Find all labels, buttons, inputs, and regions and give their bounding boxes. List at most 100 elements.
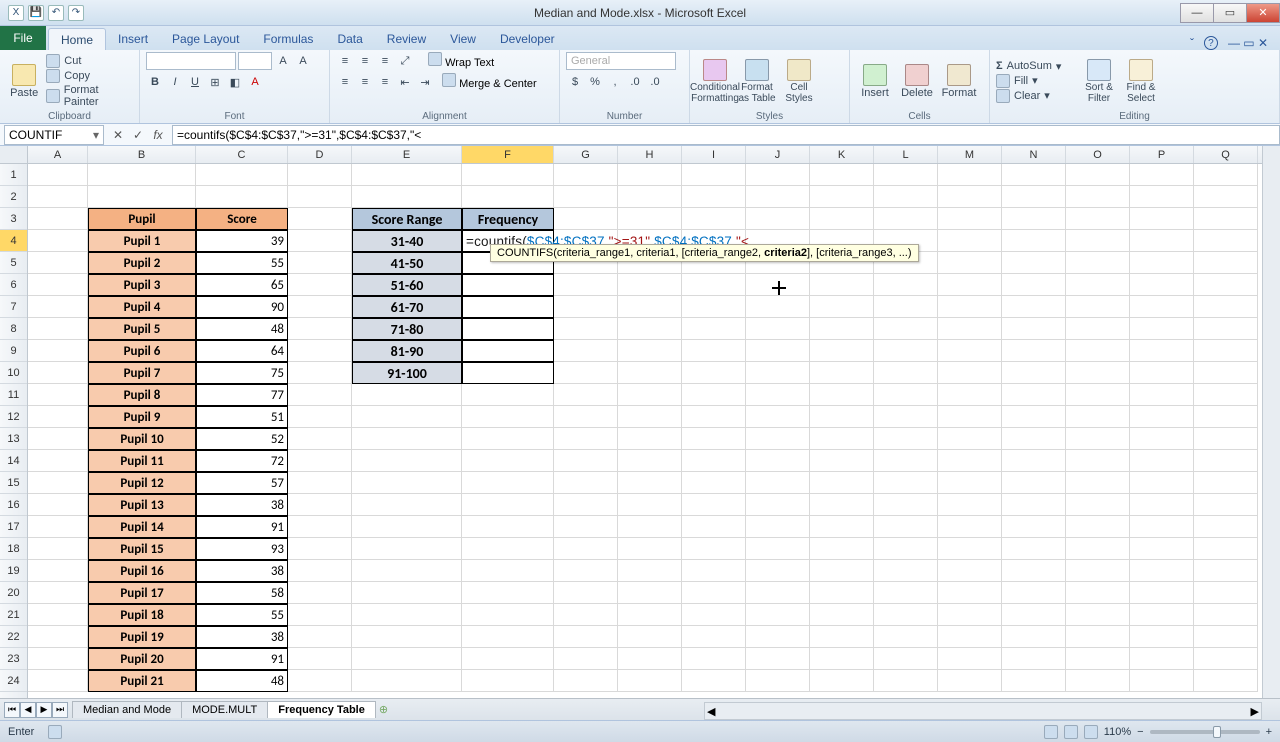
cell-H21[interactable] — [618, 604, 682, 626]
tab-nav-last-icon[interactable]: ⏭ — [52, 702, 68, 718]
row-header-11[interactable]: 11 — [0, 384, 27, 406]
cell-J2[interactable] — [746, 186, 810, 208]
cell-M22[interactable] — [938, 626, 1002, 648]
cell-H24[interactable] — [618, 670, 682, 692]
cell-L19[interactable] — [874, 560, 938, 582]
find-select-button[interactable]: Find & Select — [1122, 59, 1160, 104]
cell-M17[interactable] — [938, 516, 1002, 538]
cell-H20[interactable] — [618, 582, 682, 604]
cell-N3[interactable] — [1002, 208, 1066, 230]
score-cell[interactable]: 38 — [196, 494, 288, 516]
cell-G11[interactable] — [554, 384, 618, 406]
cell-H17[interactable] — [618, 516, 682, 538]
cell-O15[interactable] — [1066, 472, 1130, 494]
cell-I16[interactable] — [682, 494, 746, 516]
format-as-table-button[interactable]: Format as Table — [738, 59, 776, 104]
cell-N6[interactable] — [1002, 274, 1066, 296]
cell-M3[interactable] — [938, 208, 1002, 230]
cell-E11[interactable] — [352, 384, 462, 406]
cell-M4[interactable] — [938, 230, 1002, 252]
cell-A12[interactable] — [28, 406, 88, 428]
column-header-F[interactable]: F — [462, 146, 554, 163]
cell-P8[interactable] — [1130, 318, 1194, 340]
row-header-3[interactable]: 3 — [0, 208, 27, 230]
cell-J18[interactable] — [746, 538, 810, 560]
cell-C2[interactable] — [196, 186, 288, 208]
score-range-cell[interactable]: 41-50 — [352, 252, 462, 274]
cell-G21[interactable] — [554, 604, 618, 626]
currency-icon[interactable]: $ — [566, 73, 584, 91]
cell-N18[interactable] — [1002, 538, 1066, 560]
column-header-G[interactable]: G — [554, 146, 618, 163]
decrease-indent-icon[interactable]: ⇤ — [396, 73, 414, 91]
column-header-M[interactable]: M — [938, 146, 1002, 163]
orientation-icon[interactable]: ⤢ — [396, 52, 414, 70]
score-range-cell[interactable]: 31-40 — [352, 230, 462, 252]
insert-cells-button[interactable]: Insert — [856, 64, 894, 99]
minimize-ribbon-icon[interactable]: ˇ — [1190, 36, 1194, 50]
score-cell[interactable]: 91 — [196, 516, 288, 538]
cell-M6[interactable] — [938, 274, 1002, 296]
cell-K19[interactable] — [810, 560, 874, 582]
align-center-icon[interactable]: ≡ — [356, 73, 374, 91]
cell-N15[interactable] — [1002, 472, 1066, 494]
cell-P23[interactable] — [1130, 648, 1194, 670]
cell-P17[interactable] — [1130, 516, 1194, 538]
cell-Q24[interactable] — [1194, 670, 1258, 692]
row-header-23[interactable]: 23 — [0, 648, 27, 670]
cell-J22[interactable] — [746, 626, 810, 648]
cell-styles-button[interactable]: Cell Styles — [780, 59, 818, 104]
cell-D12[interactable] — [288, 406, 352, 428]
score-cell[interactable]: 39 — [196, 230, 288, 252]
sheet-tab-mode-mult[interactable]: MODE.MULT — [181, 701, 268, 718]
cell-F11[interactable] — [462, 384, 554, 406]
cell-N12[interactable] — [1002, 406, 1066, 428]
cell-A11[interactable] — [28, 384, 88, 406]
cell-P24[interactable] — [1130, 670, 1194, 692]
cell-L12[interactable] — [874, 406, 938, 428]
cell-J8[interactable] — [746, 318, 810, 340]
save-icon[interactable]: 💾 — [28, 5, 44, 21]
column-header-B[interactable]: B — [88, 146, 196, 163]
ribbon-tab-insert[interactable]: Insert — [106, 28, 160, 50]
score-cell[interactable]: 48 — [196, 670, 288, 692]
cell-D17[interactable] — [288, 516, 352, 538]
new-sheet-icon[interactable]: ⊕ — [379, 703, 388, 716]
percent-icon[interactable]: % — [586, 73, 604, 91]
cell-P18[interactable] — [1130, 538, 1194, 560]
cell-N17[interactable] — [1002, 516, 1066, 538]
cell-Q15[interactable] — [1194, 472, 1258, 494]
cell-H7[interactable] — [618, 296, 682, 318]
align-bottom-icon[interactable]: ≡ — [376, 52, 394, 70]
cell-K1[interactable] — [810, 164, 874, 186]
cell-C1[interactable] — [196, 164, 288, 186]
cell-M14[interactable] — [938, 450, 1002, 472]
cell-I1[interactable] — [682, 164, 746, 186]
row-header-1[interactable]: 1 — [0, 164, 27, 186]
cell-G15[interactable] — [554, 472, 618, 494]
cell-N7[interactable] — [1002, 296, 1066, 318]
align-left-icon[interactable]: ≡ — [336, 73, 354, 91]
column-header-A[interactable]: A — [28, 146, 88, 163]
cell-K12[interactable] — [810, 406, 874, 428]
cell-Q22[interactable] — [1194, 626, 1258, 648]
cell-H18[interactable] — [618, 538, 682, 560]
cell-F18[interactable] — [462, 538, 554, 560]
cell-P2[interactable] — [1130, 186, 1194, 208]
cell-A8[interactable] — [28, 318, 88, 340]
cell-J16[interactable] — [746, 494, 810, 516]
increase-font-icon[interactable]: A — [274, 52, 292, 70]
cell-A5[interactable] — [28, 252, 88, 274]
cell-H14[interactable] — [618, 450, 682, 472]
cell-E22[interactable] — [352, 626, 462, 648]
cell-L18[interactable] — [874, 538, 938, 560]
cell-L7[interactable] — [874, 296, 938, 318]
cell-D20[interactable] — [288, 582, 352, 604]
cell-G1[interactable] — [554, 164, 618, 186]
cell-E17[interactable] — [352, 516, 462, 538]
cell-N19[interactable] — [1002, 560, 1066, 582]
cell-F16[interactable] — [462, 494, 554, 516]
cell-M12[interactable] — [938, 406, 1002, 428]
score-cell[interactable]: 55 — [196, 252, 288, 274]
cell-I23[interactable] — [682, 648, 746, 670]
